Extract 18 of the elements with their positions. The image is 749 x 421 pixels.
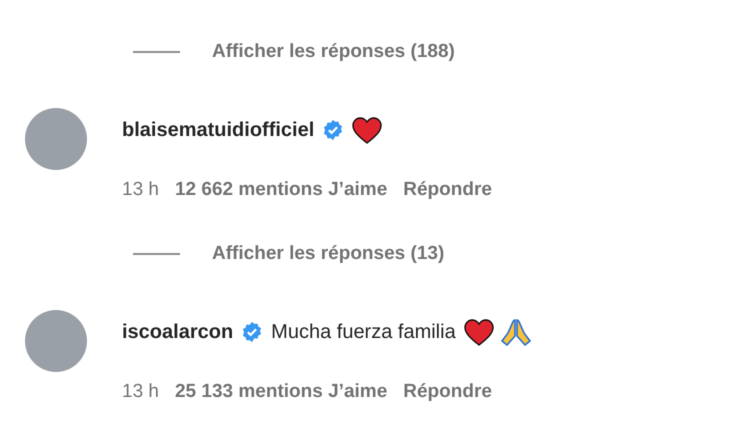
verified-badge-icon [322,119,344,141]
comment-text: Mucha fuerza familia [271,320,456,344]
view-replies-button[interactable]: Afficher les réponses (13) [212,243,444,265]
likes-count[interactable]: 25 133 mentions J’aime [174,381,388,403]
heart-icon [464,318,494,346]
view-replies-button[interactable]: Afficher les réponses (188) [212,41,455,63]
comment-time: 13 h [122,381,159,403]
reply-button[interactable]: Répondre [403,381,492,403]
reply-button[interactable]: Répondre [403,179,492,201]
username[interactable]: iscoalarcon [122,320,234,344]
praying-hands-icon [500,318,532,346]
verified-badge-icon [241,321,264,343]
likes-count[interactable]: 12 662 mentions J’aime [174,179,388,201]
comment-time: 13 h [122,179,159,201]
heart-icon [352,116,382,144]
divider-dash [133,51,180,53]
username[interactable]: blaisematuidiofficiel [122,118,314,142]
divider-dash [133,253,180,255]
